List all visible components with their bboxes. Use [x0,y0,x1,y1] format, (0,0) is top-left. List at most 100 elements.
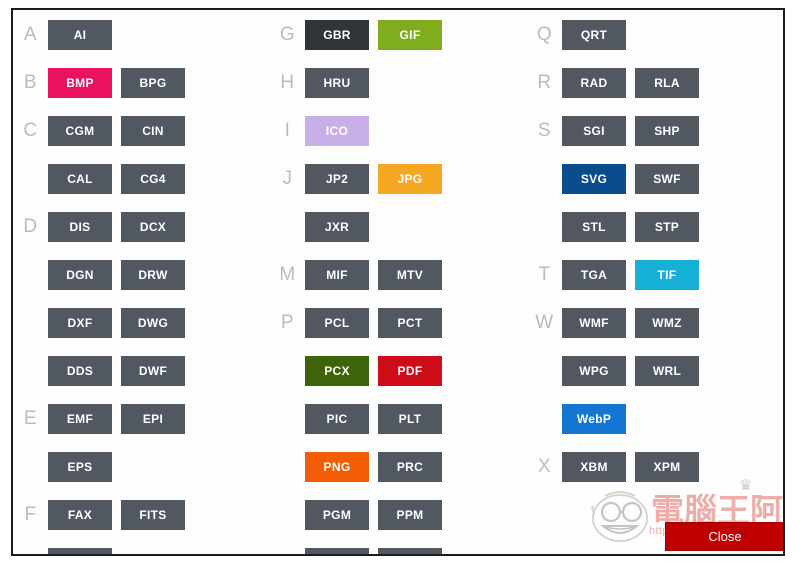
group-letter: T [538,264,551,285]
group-letter: R [537,72,552,93]
format-button-flif[interactable]: FLIF [48,548,112,554]
format-button-cin[interactable]: CIN [121,116,185,146]
format-button-psd[interactable]: PSD [378,548,442,554]
format-button-svg[interactable]: SVG [562,164,626,194]
group-letter: E [23,408,38,429]
group-rows: CGM CIN CAL CG4 [48,116,270,212]
format-button-webp[interactable]: WebP [562,404,626,434]
format-button-dds[interactable]: DDS [48,356,112,386]
format-button-wpg[interactable]: WPG [562,356,626,386]
format-button-rad[interactable]: RAD [562,68,626,98]
format-group-t: T TGA TIF [527,260,783,308]
format-button-dis[interactable]: DIS [48,212,112,242]
format-button-dwg[interactable]: DWG [121,308,185,338]
group-rows: RAD RLA [562,68,783,116]
format-button-tif[interactable]: TIF [635,260,699,290]
format-group-s: S SGI SHP SVG SWF STL STP [527,116,783,260]
format-button-fax[interactable]: FAX [48,500,112,530]
format-button-mif[interactable]: MIF [305,260,369,290]
group-letter: X [537,456,552,477]
format-group-i: I ICO [270,116,527,164]
format-button-stp[interactable]: STP [635,212,699,242]
format-button-bpg[interactable]: BPG [121,68,185,98]
format-button-wrl[interactable]: WRL [635,356,699,386]
format-button-ico[interactable]: ICO [305,116,369,146]
format-button-epi[interactable]: EPI [121,404,185,434]
format-group-q: Q QRT [527,20,783,68]
format-button-hru[interactable]: HRU [305,68,369,98]
format-button-gif[interactable]: GIF [378,20,442,50]
format-button-plt[interactable]: PLT [378,404,442,434]
format-row: MIF MTV [305,260,527,290]
group-letter: A [23,24,38,45]
format-button-pgm[interactable]: PGM [305,500,369,530]
format-button-ppm[interactable]: PPM [378,500,442,530]
format-button-rla[interactable]: RLA [635,68,699,98]
format-button-pcl[interactable]: PCL [305,308,369,338]
format-button-wmz[interactable]: WMZ [635,308,699,338]
format-button-ai[interactable]: AI [48,20,112,50]
group-rows: WMF WMZ WPG WRL WebP [562,308,783,452]
format-group-b: B BMP BPG [13,68,270,116]
format-group-m: M MIF MTV [270,260,527,308]
format-button-pct[interactable]: PCT [378,308,442,338]
format-button-emf[interactable]: EMF [48,404,112,434]
format-button-dcx[interactable]: DCX [121,212,185,242]
format-button-mtv[interactable]: MTV [378,260,442,290]
format-group-f: F FAX FITS FLIF [13,500,270,554]
group-rows: EMF EPI EPS [48,404,270,500]
group-rows: DIS DCX DGN DRW DXF DWG DDS DWF [48,212,270,404]
group-rows: FAX FITS FLIF [48,500,270,554]
format-button-xpm[interactable]: XPM [635,452,699,482]
format-button-cgm[interactable]: CGM [48,116,112,146]
format-button-stl[interactable]: STL [562,212,626,242]
format-row: XBM XPM [562,452,783,482]
format-button-shp[interactable]: SHP [635,116,699,146]
format-row: CGM CIN [48,116,270,146]
format-button-swf[interactable]: SWF [635,164,699,194]
format-row: PCX PDF [305,356,527,386]
format-row: WPG WRL [562,356,783,386]
format-row: EPS [48,452,270,482]
group-rows: PCL PCT PCX PDF PIC PLT PNG PRC PGM PPM PS PSD [305,308,527,554]
format-button-png[interactable]: PNG [305,452,369,482]
format-row: PIC PLT [305,404,527,434]
format-button-wmf[interactable]: WMF [562,308,626,338]
group-letter: Q [536,24,553,45]
group-rows: MIF MTV [305,260,527,308]
format-row: HRU [305,68,527,98]
format-button-cg4[interactable]: CG4 [121,164,185,194]
format-button-cal[interactable]: CAL [48,164,112,194]
format-button-gbr[interactable]: GBR [305,20,369,50]
format-button-sgi[interactable]: SGI [562,116,626,146]
format-button-tga[interactable]: TGA [562,260,626,290]
format-button-dxf[interactable]: DXF [48,308,112,338]
format-button-qrt[interactable]: QRT [562,20,626,50]
format-button-eps[interactable]: EPS [48,452,112,482]
format-button-pdf[interactable]: PDF [378,356,442,386]
format-columns: A AI B BMP BPG C CGM CIN CAL CG4 D DIS DCX DGN DRW DXF D… [13,10,783,554]
format-button-jp2[interactable]: JP2 [305,164,369,194]
format-group-g: G GBR GIF [270,20,527,68]
close-button[interactable]: Close [665,522,783,551]
format-group-p: P PCL PCT PCX PDF PIC PLT PNG PRC PGM PPM PS PSD [270,308,527,554]
group-letter: B [23,72,38,93]
format-group-h: H HRU [270,68,527,116]
group-rows: AI [48,20,270,68]
group-letter: F [24,504,37,525]
group-letter: G [279,24,296,45]
format-button-pic[interactable]: PIC [305,404,369,434]
format-button-jpg[interactable]: JPG [378,164,442,194]
format-button-prc[interactable]: PRC [378,452,442,482]
format-button-dgn[interactable]: DGN [48,260,112,290]
format-group-x: X XBM XPM [527,452,783,500]
format-group-e: E EMF EPI EPS [13,404,270,500]
format-button-xbm[interactable]: XBM [562,452,626,482]
format-button-pcx[interactable]: PCX [305,356,369,386]
format-button-drw[interactable]: DRW [121,260,185,290]
format-button-ps[interactable]: PS [305,548,369,554]
format-button-jxr[interactable]: JXR [305,212,369,242]
format-button-fits[interactable]: FITS [121,500,185,530]
format-button-dwf[interactable]: DWF [121,356,185,386]
format-button-bmp[interactable]: BMP [48,68,112,98]
